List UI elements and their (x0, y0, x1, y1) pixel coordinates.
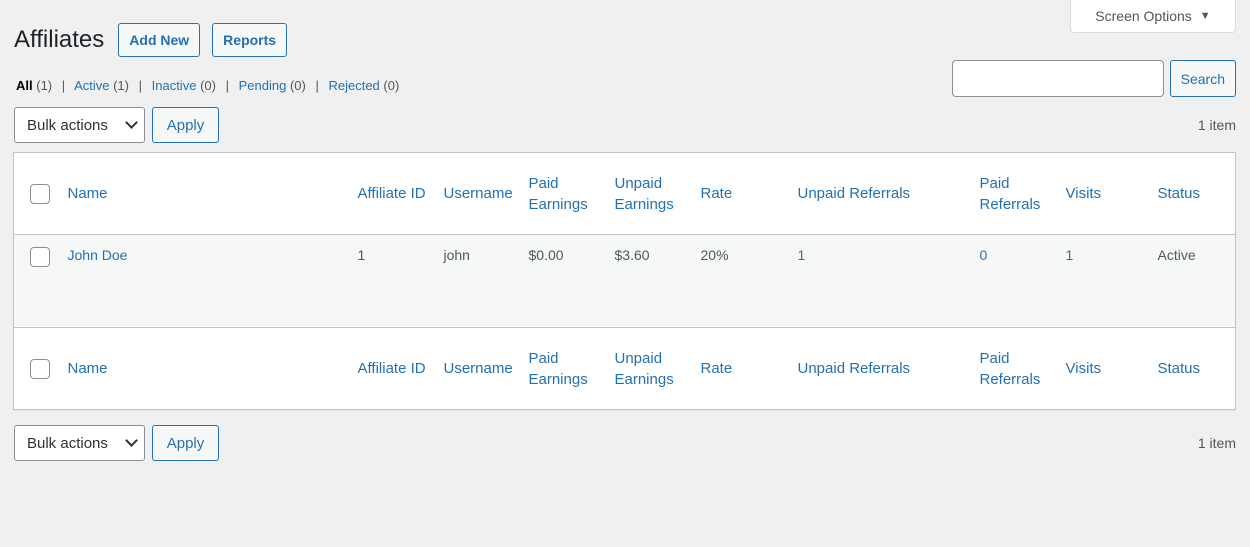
table-header-row: Name Affiliate ID Username Paid Earnings… (13, 153, 1236, 235)
column-footer-paid-referrals[interactable]: Paid Referrals (976, 328, 1062, 410)
search-button[interactable]: Search (1169, 60, 1236, 97)
search-box: Search (951, 60, 1236, 97)
bulk-actions-label: Bulk actions (27, 116, 108, 134)
chevron-down-icon (125, 434, 138, 447)
rate-cell: 20% (700, 247, 729, 263)
search-input[interactable] (951, 60, 1164, 97)
filter-active[interactable]: Active (1) (74, 78, 129, 93)
separator: | (138, 78, 142, 93)
status-filters: All (1) | Active (1) | Inactive (0) | Pe… (16, 78, 399, 93)
separator: | (225, 78, 229, 93)
paid-earnings-cell: $0.00 (528, 247, 564, 263)
column-footer-visits[interactable]: Visits (1062, 328, 1154, 410)
items-count: 1 item (1197, 117, 1236, 133)
reports-button[interactable]: Reports (212, 23, 288, 57)
visits-link[interactable]: 1 (1066, 247, 1074, 263)
unpaid-referrals-link[interactable]: 1 (798, 247, 806, 263)
affiliate-name-link[interactable]: John Doe (68, 247, 128, 263)
filter-all-count: (1) (36, 78, 53, 93)
add-new-button[interactable]: Add New (118, 23, 201, 57)
column-footer-name[interactable]: Name (64, 328, 354, 410)
column-footer-unpaid-earnings[interactable]: Unpaid Earnings (611, 328, 697, 410)
column-header-paid-earnings[interactable]: Paid Earnings (525, 153, 611, 235)
column-footer-status[interactable]: Status (1154, 328, 1236, 410)
column-header-unpaid-earnings[interactable]: Unpaid Earnings (611, 153, 697, 235)
column-header-visits[interactable]: Visits (1062, 153, 1154, 235)
column-header-paid-referrals[interactable]: Paid Referrals (976, 153, 1062, 235)
column-header-rate[interactable]: Rate (697, 153, 794, 235)
table-row: John Doe 1 john $0.00 $3.60 20% 1 0 1 Ac… (13, 234, 1236, 328)
select-all-checkbox[interactable] (30, 184, 50, 205)
page-title: Affiliates (14, 26, 105, 53)
column-footer-affiliate-id[interactable]: Affiliate ID (354, 328, 440, 410)
screen-options-label: Screen Options (1095, 8, 1192, 24)
affiliates-table: Name Affiliate ID Username Paid Earnings… (13, 152, 1236, 410)
separator: | (61, 78, 66, 93)
column-footer-unpaid-referrals[interactable]: Unpaid Referrals (794, 328, 976, 410)
affiliate-id-cell: 1 (357, 247, 366, 263)
column-header-affiliate-id[interactable]: Affiliate ID (354, 153, 440, 235)
paid-referrals-link[interactable]: 0 (980, 247, 988, 263)
select-all-checkbox-footer[interactable] (30, 359, 50, 380)
tablenav-bottom: Bulk actions Apply 1 item (14, 425, 1236, 461)
column-header-status[interactable]: Status (1154, 153, 1236, 235)
screen-options-button[interactable]: Screen Options ▼ (1070, 0, 1236, 33)
column-header-name[interactable]: Name (64, 153, 354, 235)
filter-rejected[interactable]: Rejected (0) (328, 78, 399, 93)
bulk-actions-label: Bulk actions (27, 434, 108, 452)
status-cell: Active (1157, 247, 1196, 263)
row-checkbox[interactable] (30, 247, 50, 267)
apply-button[interactable]: Apply (152, 107, 219, 143)
column-footer-paid-earnings[interactable]: Paid Earnings (525, 328, 611, 410)
chevron-down-icon (125, 116, 138, 129)
items-count-bottom: 1 item (1197, 435, 1236, 451)
column-header-username[interactable]: Username (440, 153, 525, 235)
filter-inactive[interactable]: Inactive (0) (152, 78, 216, 93)
apply-button-bottom[interactable]: Apply (152, 425, 219, 461)
page-header: Affiliates Add New Reports (14, 22, 299, 58)
tablenav-top: Bulk actions Apply 1 item (14, 107, 1236, 143)
filter-all[interactable]: All (16, 78, 33, 93)
column-footer-rate[interactable]: Rate (697, 328, 794, 410)
column-header-unpaid-referrals[interactable]: Unpaid Referrals (794, 153, 976, 235)
bulk-actions-select[interactable]: Bulk actions (14, 107, 145, 143)
filter-pending[interactable]: Pending (0) (239, 78, 306, 93)
unpaid-earnings-cell: $3.60 (614, 247, 650, 263)
username-cell: john (443, 247, 470, 263)
bulk-actions-select-bottom[interactable]: Bulk actions (14, 425, 145, 461)
column-footer-username[interactable]: Username (440, 328, 525, 410)
separator: | (315, 78, 319, 93)
table-footer-row: Name Affiliate ID Username Paid Earnings… (13, 327, 1236, 410)
triangle-down-icon: ▼ (1199, 10, 1211, 22)
